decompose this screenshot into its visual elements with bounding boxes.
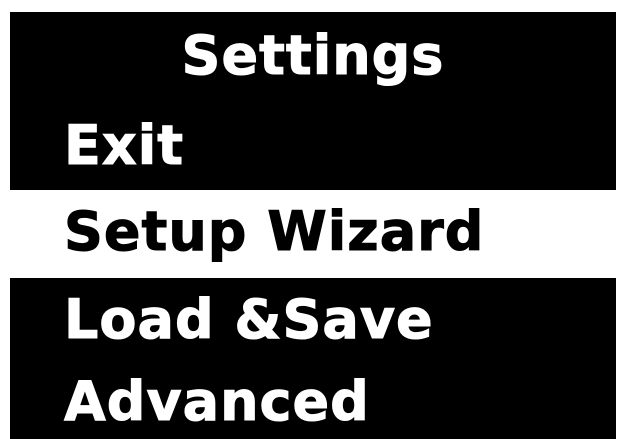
menu-item-exit[interactable]: Exit xyxy=(10,104,616,190)
settings-screen: Settings Exit Setup Wizard Load &Save Ad… xyxy=(10,12,616,439)
settings-menu: Exit Setup Wizard Load &Save Advanced xyxy=(10,104,616,439)
menu-item-load-save[interactable]: Load &Save xyxy=(10,278,616,360)
page-title: Settings xyxy=(181,24,445,88)
menu-item-advanced[interactable]: Advanced xyxy=(10,360,616,439)
menu-item-setup-wizard[interactable]: Setup Wizard xyxy=(10,190,616,278)
